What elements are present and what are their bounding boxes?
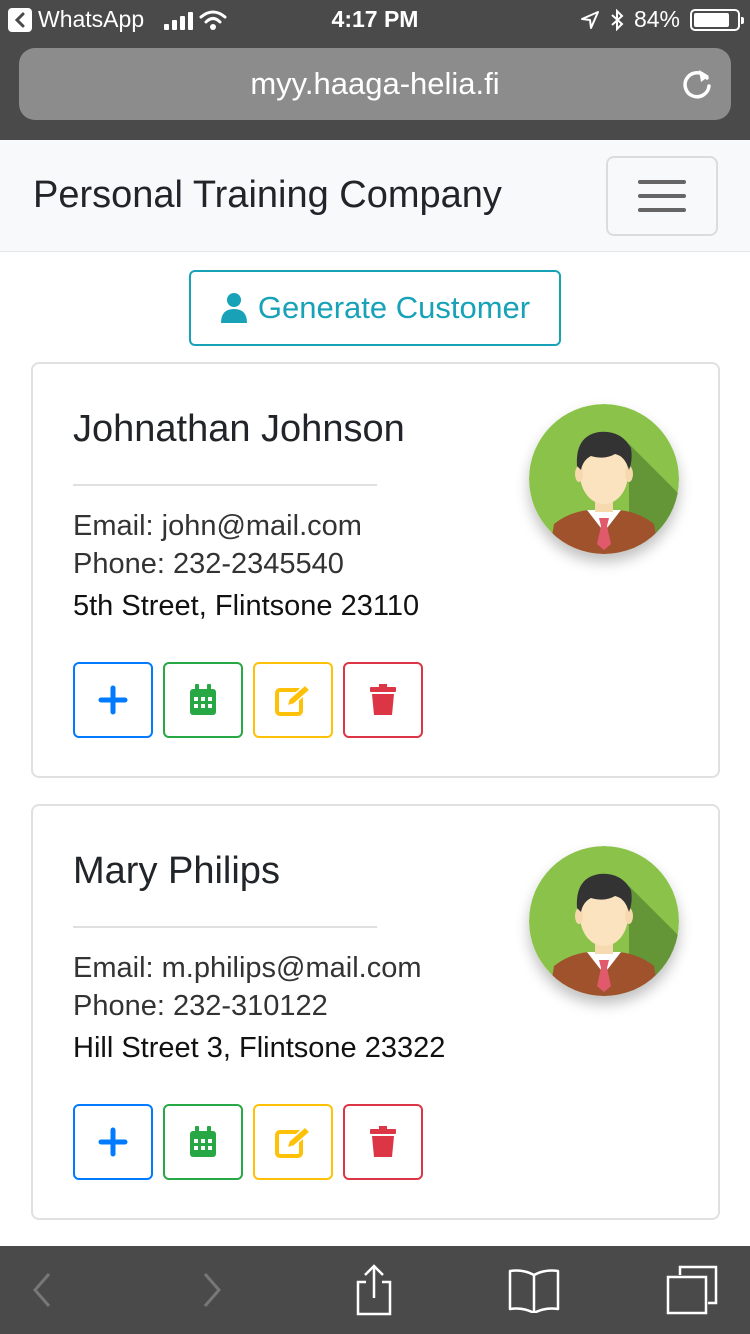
user-avatar-icon xyxy=(529,846,679,996)
divider xyxy=(73,926,377,928)
divider xyxy=(73,484,377,486)
calendar-icon xyxy=(190,1126,216,1157)
back-button[interactable] xyxy=(14,1264,70,1316)
delete-customer-button[interactable] xyxy=(343,662,423,738)
avatar xyxy=(529,846,679,996)
location-icon xyxy=(580,10,599,29)
trash-icon xyxy=(370,684,396,715)
customer-phone: Phone: 232-2345540 xyxy=(73,548,344,580)
add-training-button[interactable] xyxy=(73,662,153,738)
avatar xyxy=(529,404,679,554)
customer-address: Hill Street 3, Flintsone 23322 xyxy=(73,1032,446,1064)
customer-name: Johnathan Johnson xyxy=(73,408,405,450)
edit-customer-button[interactable] xyxy=(253,1104,333,1180)
battery-fill xyxy=(694,12,730,27)
hamburger-line xyxy=(638,208,686,212)
generate-customer-button[interactable]: Generate Customer xyxy=(189,270,561,346)
chevron-right-icon xyxy=(203,1273,221,1307)
delete-customer-button[interactable] xyxy=(343,1104,423,1180)
chevron-left-icon xyxy=(33,1273,51,1307)
generate-customer-label: Generate Customer xyxy=(257,290,531,325)
browser-toolbar xyxy=(0,1246,750,1334)
address-url[interactable]: myy.haaga-helia.fi xyxy=(250,66,499,102)
customer-email: Email: john@mail.com xyxy=(73,510,362,542)
hamburger-line xyxy=(638,180,686,184)
customer-card: Mary Philips Email: m.philips@mail.com P… xyxy=(31,804,720,1220)
bookmarks-button[interactable] xyxy=(506,1264,562,1316)
customer-name: Mary Philips xyxy=(73,850,280,892)
reload-icon[interactable] xyxy=(679,66,715,102)
battery-icon xyxy=(690,8,744,31)
edit-icon xyxy=(275,684,311,716)
customer-actions xyxy=(73,1104,423,1180)
navbar-brand[interactable]: Personal Training Company xyxy=(33,174,502,217)
calendar-icon xyxy=(190,684,216,715)
share-button[interactable] xyxy=(346,1264,402,1316)
hamburger-line xyxy=(638,194,686,198)
trainings-calendar-button[interactable] xyxy=(163,1104,243,1180)
customer-actions xyxy=(73,662,423,738)
edit-icon xyxy=(275,1126,311,1158)
trash-icon xyxy=(370,1126,396,1157)
forward-button[interactable] xyxy=(184,1264,240,1316)
tabs-button[interactable] xyxy=(664,1264,720,1316)
status-bar: WhatsApp 4:17 PM 84% xyxy=(0,0,750,40)
user-avatar-icon xyxy=(529,404,679,554)
navbar: Personal Training Company xyxy=(0,140,750,252)
menu-toggle-button[interactable] xyxy=(606,156,718,236)
address-bar[interactable]: myy.haaga-helia.fi xyxy=(19,48,731,120)
trainings-calendar-button[interactable] xyxy=(163,662,243,738)
plus-icon xyxy=(98,1127,128,1157)
customer-phone: Phone: 232-310122 xyxy=(73,990,328,1022)
plus-icon xyxy=(98,685,128,715)
browser-chrome: myy.haaga-helia.fi xyxy=(0,40,750,140)
customer-address: 5th Street, Flintsone 23110 xyxy=(73,590,420,622)
tabs-icon xyxy=(666,1265,718,1315)
book-icon xyxy=(508,1269,560,1313)
customer-card: Johnathan Johnson Email: john@mail.com P… xyxy=(31,362,720,778)
add-training-button[interactable] xyxy=(73,1104,153,1180)
status-right: 84% xyxy=(580,6,744,33)
edit-customer-button[interactable] xyxy=(253,662,333,738)
bluetooth-icon xyxy=(611,8,624,31)
share-icon xyxy=(356,1264,392,1316)
battery-percent: 84% xyxy=(633,6,680,32)
user-icon xyxy=(220,293,247,323)
customer-email: Email: m.philips@mail.com xyxy=(73,952,422,984)
